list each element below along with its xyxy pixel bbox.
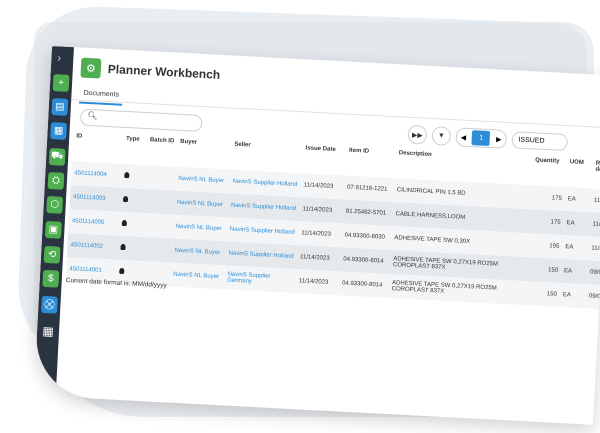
type-cell xyxy=(116,235,142,261)
column-header[interactable]: Type xyxy=(122,134,147,165)
lightbulb-icon xyxy=(124,171,130,179)
document-icon[interactable]: ▦ xyxy=(50,122,67,140)
seller-link[interactable]: NavinS Supplier Germany xyxy=(223,265,297,294)
column-header[interactable]: Buyer xyxy=(176,137,232,170)
tab-documents[interactable]: Documents xyxy=(79,85,124,106)
item-id-cell: 81.25482-5701 xyxy=(342,199,394,227)
batch-cell xyxy=(141,212,174,239)
cart-icon[interactable]: ⛒ xyxy=(41,295,58,314)
buyer-link[interactable]: NavinS NL Buyer xyxy=(174,166,230,194)
column-header[interactable]: Batch ID xyxy=(146,135,178,167)
forecast-icon[interactable]: ⟲ xyxy=(43,245,61,264)
app-logo-icon: ⚙ xyxy=(80,57,102,79)
lightbulb-icon xyxy=(119,267,125,275)
type-cell xyxy=(120,163,146,190)
quantity-cell: 175 xyxy=(528,209,565,236)
requested-date-cell: 09/06/2 xyxy=(585,284,600,311)
column-header[interactable]: Issue Date xyxy=(301,143,346,175)
item-id-cell: 04.93300-8014 xyxy=(338,271,390,298)
requested-date-cell: 09/06/2 xyxy=(586,260,600,287)
page-title: Planner Workbench xyxy=(107,61,221,82)
quantity-cell: 175 xyxy=(529,185,566,212)
column-header[interactable]: Item ID xyxy=(345,146,396,179)
chevron-right-icon[interactable]: › xyxy=(57,52,61,64)
prev-page-button[interactable]: ◀ xyxy=(461,133,467,141)
column-header[interactable]: UOM xyxy=(565,157,593,188)
buyer-link[interactable]: NavinS NL Buyer xyxy=(172,214,228,242)
document-id-link[interactable]: 4501114005 xyxy=(68,209,120,236)
next-page-button[interactable]: ▶ xyxy=(496,135,502,143)
batch-cell xyxy=(144,165,176,191)
lightbulb-icon xyxy=(122,195,129,203)
batch-cell xyxy=(140,236,173,263)
lightbulb-icon xyxy=(120,243,126,251)
uom-cell: EA xyxy=(564,187,592,213)
uom-cell: EA xyxy=(560,258,588,285)
box-icon[interactable]: ⬡ xyxy=(46,195,64,214)
page-header: ⚙ Planner Workbench xyxy=(80,56,221,87)
document-id-link[interactable]: 4501114003 xyxy=(69,185,121,212)
uom-cell: EA xyxy=(559,282,587,309)
type-cell xyxy=(119,187,145,213)
pagination: ◀ 1 ▶ xyxy=(455,127,508,149)
quantity-cell: 195 xyxy=(527,233,563,259)
quantity-cell: 150 xyxy=(524,281,561,307)
issue-date-cell: 11/14/2023 xyxy=(297,221,343,248)
app-window: › + ▤ ▦ ⛟ ⛭ ⬡ ▣ ⟲ $ ⛒ ▦ ⚙ Planner Workbe… xyxy=(33,46,600,425)
status-filter-select[interactable]: ISSUED xyxy=(511,131,568,152)
search-input[interactable]: 🔍︎ xyxy=(79,108,203,132)
grid-icon[interactable]: ▦ xyxy=(39,321,57,340)
issue-date-cell: 11/14/2023 xyxy=(295,269,340,296)
inbox-icon[interactable]: ▤ xyxy=(51,98,69,116)
requested-date-cell: 11/30/2 xyxy=(588,212,600,239)
buyer-link[interactable]: NavinS NL Buyer xyxy=(170,238,227,266)
uom-cell: EA xyxy=(561,235,589,261)
item-id-cell: 07.91216-1221 xyxy=(343,175,395,203)
requested-date-cell: 11/30/2 xyxy=(590,188,600,215)
issue-date-cell: 11/14/2023 xyxy=(300,173,345,200)
add-icon[interactable]: + xyxy=(52,74,70,92)
document-id-link[interactable]: 4501114002 xyxy=(66,233,119,260)
search-icon: 🔍︎ xyxy=(87,110,98,121)
current-page[interactable]: 1 xyxy=(471,130,491,147)
uom-cell: EA xyxy=(562,211,591,237)
issue-date-cell: 11/14/2023 xyxy=(296,245,341,272)
shipment-icon[interactable]: ⛭ xyxy=(47,171,65,190)
requested-date-cell: 11/30/2 xyxy=(587,236,600,263)
document-id-link[interactable]: 4501114004 xyxy=(70,161,122,188)
quantity-cell: 150 xyxy=(525,257,562,283)
column-header[interactable]: Quantity xyxy=(531,155,567,187)
buyer-link[interactable]: NavinS NL Buyer xyxy=(173,190,229,218)
toolbar: ▶▶ ▼ ◀ 1 ▶ ISSUED xyxy=(407,124,568,152)
invoice-icon[interactable]: ▣ xyxy=(44,220,62,239)
item-id-cell: 04.93300-8014 xyxy=(339,247,391,274)
tab-bar: Documents xyxy=(79,85,124,106)
filter-icon[interactable]: ▼ xyxy=(431,126,452,146)
truck-icon[interactable]: ⛟ xyxy=(48,148,66,166)
column-header[interactable]: ID xyxy=(72,131,123,164)
lightbulb-icon xyxy=(121,219,127,227)
column-header[interactable]: Seller xyxy=(230,140,303,174)
type-cell xyxy=(118,211,144,237)
buyer-link[interactable]: NavinS NL Buyer xyxy=(169,262,225,290)
issue-date-cell: 11/14/2023 xyxy=(298,197,344,224)
stage: › + ▤ ▦ ⛟ ⛭ ⬡ ▣ ⟲ $ ⛒ ▦ ⚙ Planner Workbe… xyxy=(0,0,600,433)
column-header[interactable]: Requested date xyxy=(591,158,600,190)
payment-icon[interactable]: $ xyxy=(42,269,60,288)
item-id-cell: 04.93300-8030 xyxy=(340,223,392,251)
batch-cell xyxy=(143,189,175,215)
fast-forward-icon[interactable]: ▶▶ xyxy=(407,124,428,145)
